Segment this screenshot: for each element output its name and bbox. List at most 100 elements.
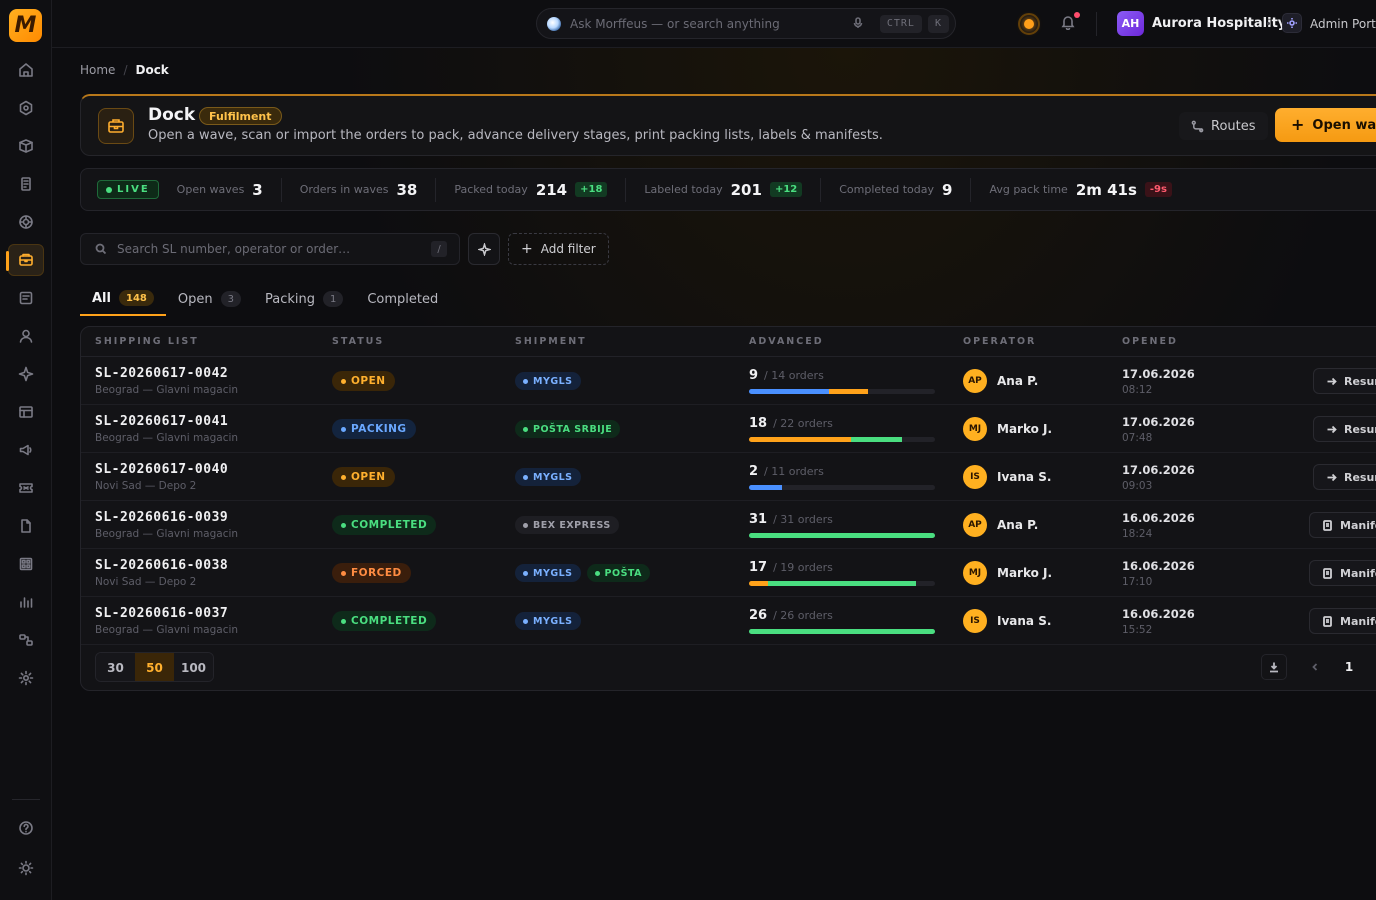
sidebar-divider: [12, 799, 40, 800]
shipping-list-number[interactable]: SL-20260616-0037: [95, 606, 238, 621]
routes-label: Routes: [1211, 118, 1256, 134]
list-search[interactable]: Search SL number, operator or order… /: [80, 233, 460, 265]
stat-label: Open waves: [176, 183, 245, 196]
resume-button[interactable]: Resume: [1313, 368, 1376, 394]
status-ring-button[interactable]: [1018, 13, 1040, 35]
table-icon[interactable]: [12, 398, 40, 426]
add-filter-button[interactable]: + Add filter: [508, 233, 609, 265]
ai-filter-button[interactable]: [468, 233, 500, 265]
operator-avatar: AP: [963, 369, 987, 393]
file-icon[interactable]: [12, 512, 40, 540]
breadcrumb-home[interactable]: Home: [80, 63, 115, 77]
progress-bar: [749, 533, 935, 538]
opened-cell: 16.06.2026 15:52: [1122, 607, 1195, 636]
notifications-button[interactable]: [1060, 12, 1080, 32]
shipping-list-number[interactable]: SL-20260617-0041: [95, 414, 238, 429]
theme-icon[interactable]: [12, 854, 40, 882]
download-button[interactable]: [1261, 654, 1287, 680]
opened-time: 17:10: [1122, 576, 1153, 588]
app-logo[interactable]: M: [9, 9, 42, 42]
progress-segment: [767, 581, 917, 586]
page-size-option[interactable]: 50: [135, 653, 174, 681]
operator-name: Ana P.: [997, 518, 1039, 532]
breadcrumb-current: Dock: [135, 63, 169, 77]
table-row[interactable]: SL-20260616-0037 Beograd — Glavni magaci…: [81, 597, 1376, 645]
sparkle-icon[interactable]: [12, 360, 40, 388]
progress-segment: [828, 389, 869, 394]
operator-avatar: MJ: [963, 561, 987, 585]
admin-portal-link[interactable]: Admin Portal: [1310, 17, 1376, 31]
shipping-list-cell: SL-20260616-0037 Beograd — Glavni magaci…: [95, 606, 238, 636]
advanced-cell: 31 / 31 orders: [749, 512, 935, 538]
open-wave-button[interactable]: + Open wave: [1275, 108, 1376, 142]
global-search[interactable]: Ask Morffeus — or search anything CTRL K: [536, 8, 956, 39]
row-action-cell: Manifest: [1309, 608, 1376, 634]
column-header[interactable]: Shipment: [515, 336, 587, 347]
resume-button[interactable]: Resume: [1313, 416, 1376, 442]
box-icon[interactable]: [12, 132, 40, 160]
column-header[interactable]: Advanced: [749, 336, 824, 347]
tab-completed[interactable]: Completed: [355, 288, 450, 316]
shipping-list-number[interactable]: SL-20260616-0038: [95, 558, 228, 573]
table-row[interactable]: SL-20260617-0042 Beograd — Glavni magaci…: [81, 357, 1376, 405]
manifest-button[interactable]: Manifest: [1309, 560, 1376, 586]
warehouse-location: Novi Sad — Depo 2: [95, 576, 197, 588]
grid-icon[interactable]: [12, 550, 40, 578]
global-search-placeholder: Ask Morffeus — or search anything: [570, 16, 780, 31]
tab-open[interactable]: Open 3: [166, 288, 253, 316]
home-icon[interactable]: [12, 56, 40, 84]
progress-segment: [749, 389, 829, 394]
hexagon-icon[interactable]: [12, 94, 40, 122]
live-badge: LIVE: [97, 180, 159, 199]
prev-page-button[interactable]: [1303, 654, 1327, 680]
help-icon[interactable]: [12, 814, 40, 842]
integrations-icon[interactable]: [12, 626, 40, 654]
list-search-input[interactable]: Search SL number, operator or order…: [117, 242, 431, 256]
admin-portal-icon[interactable]: [1282, 13, 1302, 33]
opened-cell: 16.06.2026 17:10: [1122, 559, 1195, 588]
target-icon[interactable]: [12, 208, 40, 236]
current-page[interactable]: 1: [1339, 654, 1359, 680]
shipping-list-number[interactable]: SL-20260617-0042: [95, 366, 238, 381]
list-icon[interactable]: [12, 284, 40, 312]
table-row[interactable]: SL-20260616-0038 Novi Sad — Depo 2 FORCE…: [81, 549, 1376, 597]
user-icon[interactable]: [12, 322, 40, 350]
routes-button[interactable]: Routes: [1179, 112, 1268, 140]
advanced-cell: 9 / 14 orders: [749, 368, 935, 394]
stat-label: Orders in waves: [299, 183, 389, 196]
opened-time: 08:12: [1122, 384, 1153, 396]
org-avatar[interactable]: AH: [1117, 11, 1144, 36]
tab-packing[interactable]: Packing 1: [253, 288, 355, 316]
shipment-cell: MYGLS: [515, 372, 587, 390]
column-header[interactable]: Opened: [1122, 336, 1178, 347]
advanced-count: 9: [749, 368, 759, 383]
operator-cell: MJ Marko J.: [963, 417, 1052, 441]
settings-icon[interactable]: [12, 664, 40, 692]
table-row[interactable]: SL-20260616-0039 Beograd — Glavni magaci…: [81, 501, 1376, 549]
page-size-option[interactable]: 100: [174, 653, 213, 681]
opened-cell: 17.06.2026 07:48: [1122, 415, 1195, 444]
status-cell: COMPLETED: [332, 611, 437, 631]
manifest-button[interactable]: Manifest: [1309, 608, 1376, 634]
shipping-list-number[interactable]: SL-20260616-0039: [95, 510, 238, 525]
manifest-button[interactable]: Manifest: [1309, 512, 1376, 538]
shipping-list-number[interactable]: SL-20260617-0040: [95, 462, 228, 477]
shipment-badge: MYGLS: [515, 564, 581, 582]
shipment-cell: MYGLS: [515, 468, 587, 486]
page-size-option[interactable]: 30: [96, 653, 135, 681]
tab-all[interactable]: All 148: [80, 288, 166, 316]
table-row[interactable]: SL-20260617-0040 Novi Sad — Depo 2 OPEN …: [81, 453, 1376, 501]
receipt-icon[interactable]: [12, 170, 40, 198]
ticket-icon[interactable]: [12, 474, 40, 502]
column-header[interactable]: Shipping list: [95, 336, 199, 347]
table-row[interactable]: SL-20260617-0041 Beograd — Glavni magaci…: [81, 405, 1376, 453]
column-header[interactable]: Operator: [963, 336, 1036, 347]
column-header[interactable]: Status: [332, 336, 384, 347]
resume-button[interactable]: Resume: [1313, 464, 1376, 490]
dock-icon[interactable]: [6, 244, 44, 276]
chart-icon[interactable]: [12, 588, 40, 616]
microphone-icon[interactable]: [852, 16, 866, 31]
advanced-total: / 22 orders: [773, 417, 833, 430]
megaphone-icon[interactable]: [12, 436, 40, 464]
status-badge: COMPLETED: [332, 611, 437, 631]
